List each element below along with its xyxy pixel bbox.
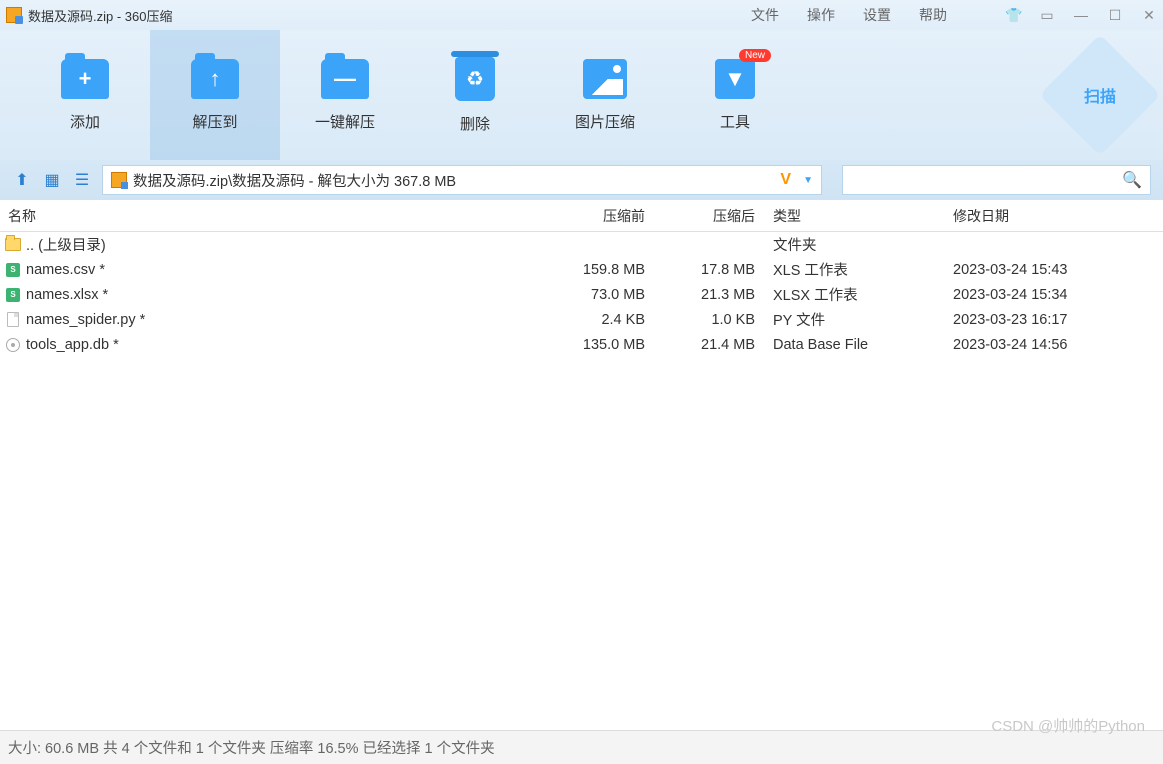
titlebar: 数据及源码.zip - 360压缩 文件 操作 设置 帮助 👕 ▭ — ☐ ✕ <box>0 0 1163 30</box>
col-after[interactable]: 压缩后 <box>655 206 765 226</box>
column-headers: 名称 压缩前 压缩后 类型 修改日期 <box>0 200 1163 232</box>
cell-type: 文件夹 <box>765 234 945 255</box>
view-list-icon[interactable]: ☰ <box>72 170 92 190</box>
cell-after: 17.8 MB <box>655 262 765 278</box>
file-row[interactable]: Snames.csv *159.8 MB17.8 MBXLS 工作表2023-0… <box>0 257 1163 282</box>
cell-date: 2023-03-24 15:34 <box>945 287 1163 303</box>
add-button[interactable]: + 添加 <box>20 30 150 160</box>
cell-type: XLSX 工作表 <box>765 284 945 305</box>
view-details-icon[interactable]: ▦ <box>42 170 62 190</box>
one-click-icon: — <box>321 59 369 99</box>
search-input[interactable] <box>851 172 1122 188</box>
extract-icon: ↑ <box>191 59 239 99</box>
add-icon: + <box>61 59 109 99</box>
archive-icon <box>111 172 127 188</box>
col-name[interactable]: 名称 <box>0 206 540 226</box>
tools-button[interactable]: ▼ New 工具 <box>670 30 800 160</box>
search-icon[interactable]: 🔍 <box>1122 170 1142 190</box>
image-icon <box>583 59 627 99</box>
shirt-icon[interactable]: 👕 <box>1005 7 1021 24</box>
statusbar: 大小: 60.6 MB 共 4 个文件和 1 个文件夹 压缩率 16.5% 已经… <box>0 730 1163 764</box>
cell-before: 2.4 KB <box>540 312 655 328</box>
cell-name: names_spider.py * <box>26 312 540 328</box>
search-box[interactable]: 🔍 <box>842 165 1151 195</box>
delete-button[interactable]: ♻ 删除 <box>410 30 540 160</box>
menu-operation[interactable]: 操作 <box>807 5 835 25</box>
app-icon <box>6 7 22 23</box>
feedback-icon[interactable]: ▭ <box>1039 7 1055 24</box>
trash-icon: ♻ <box>455 57 495 101</box>
file-type-icon <box>4 337 22 353</box>
cell-date: 2023-03-24 15:43 <box>945 262 1163 278</box>
file-type-icon <box>4 312 22 328</box>
close-button[interactable]: ✕ <box>1141 7 1157 24</box>
file-row[interactable]: Snames.xlsx *73.0 MB21.3 MBXLSX 工作表2023-… <box>0 282 1163 307</box>
extract-to-button[interactable]: ↑ 解压到 <box>150 30 280 160</box>
file-type-icon <box>4 237 22 253</box>
v-badge-icon: V <box>780 171 791 189</box>
file-list: .. (上级目录)文件夹Snames.csv *159.8 MB17.8 MBX… <box>0 232 1163 730</box>
cell-before: 135.0 MB <box>540 337 655 353</box>
cell-date: 2023-03-24 14:56 <box>945 337 1163 353</box>
menu-file[interactable]: 文件 <box>751 5 779 25</box>
pathbar: ⬆ ▦ ☰ 数据及源码.zip\数据及源码 - 解包大小为 367.8 MB V… <box>0 160 1163 200</box>
cell-type: XLS 工作表 <box>765 259 945 280</box>
file-row[interactable]: tools_app.db *135.0 MB21.4 MBData Base F… <box>0 332 1163 357</box>
col-date[interactable]: 修改日期 <box>945 206 1163 226</box>
up-button[interactable]: ⬆ <box>12 170 32 190</box>
new-badge: New <box>739 49 771 62</box>
menu-bar: 文件 操作 设置 帮助 👕 ▭ — ☐ ✕ <box>751 5 1157 25</box>
maximize-button[interactable]: ☐ <box>1107 7 1123 24</box>
status-text: 大小: 60.6 MB 共 4 个文件和 1 个文件夹 压缩率 16.5% 已经… <box>8 737 495 758</box>
cell-before: 159.8 MB <box>540 262 655 278</box>
image-compress-button[interactable]: 图片压缩 <box>540 30 670 160</box>
one-click-extract-button[interactable]: — 一键解压 <box>280 30 410 160</box>
path-input[interactable]: 数据及源码.zip\数据及源码 - 解包大小为 367.8 MB V ▼ <box>102 165 822 195</box>
cell-before: 73.0 MB <box>540 287 655 303</box>
menu-help[interactable]: 帮助 <box>919 5 947 25</box>
file-row[interactable]: names_spider.py *2.4 KB1.0 KBPY 文件2023-0… <box>0 307 1163 332</box>
scan-button[interactable]: 扫描 <box>1039 34 1161 156</box>
cell-name: tools_app.db * <box>26 337 540 353</box>
cell-after: 21.4 MB <box>655 337 765 353</box>
cell-name: names.csv * <box>26 262 540 278</box>
dropdown-icon[interactable]: ▼ <box>803 175 813 186</box>
col-type[interactable]: 类型 <box>765 206 945 226</box>
file-row[interactable]: .. (上级目录) 文件夹 <box>0 232 1163 257</box>
window-title: 数据及源码.zip - 360压缩 <box>28 6 172 25</box>
col-before[interactable]: 压缩前 <box>540 206 655 226</box>
minimize-button[interactable]: — <box>1073 7 1089 23</box>
cell-date: 2023-03-23 16:17 <box>945 312 1163 328</box>
cell-type: Data Base File <box>765 337 945 353</box>
toolbar: + 添加 ↑ 解压到 — 一键解压 ♻ 删除 图片压缩 ▼ New 工具 扫描 <box>0 30 1163 160</box>
cell-name: .. (上级目录) <box>26 234 540 255</box>
cell-after: 21.3 MB <box>655 287 765 303</box>
window-controls: 👕 ▭ — ☐ ✕ <box>1005 7 1157 24</box>
file-type-icon: S <box>4 262 22 278</box>
path-text: 数据及源码.zip\数据及源码 - 解包大小为 367.8 MB <box>133 170 774 191</box>
cell-type: PY 文件 <box>765 309 945 330</box>
cell-name: names.xlsx * <box>26 287 540 303</box>
cell-after: 1.0 KB <box>655 312 765 328</box>
menu-settings[interactable]: 设置 <box>863 5 891 25</box>
file-type-icon: S <box>4 287 22 303</box>
tool-icon: ▼ <box>715 59 755 99</box>
